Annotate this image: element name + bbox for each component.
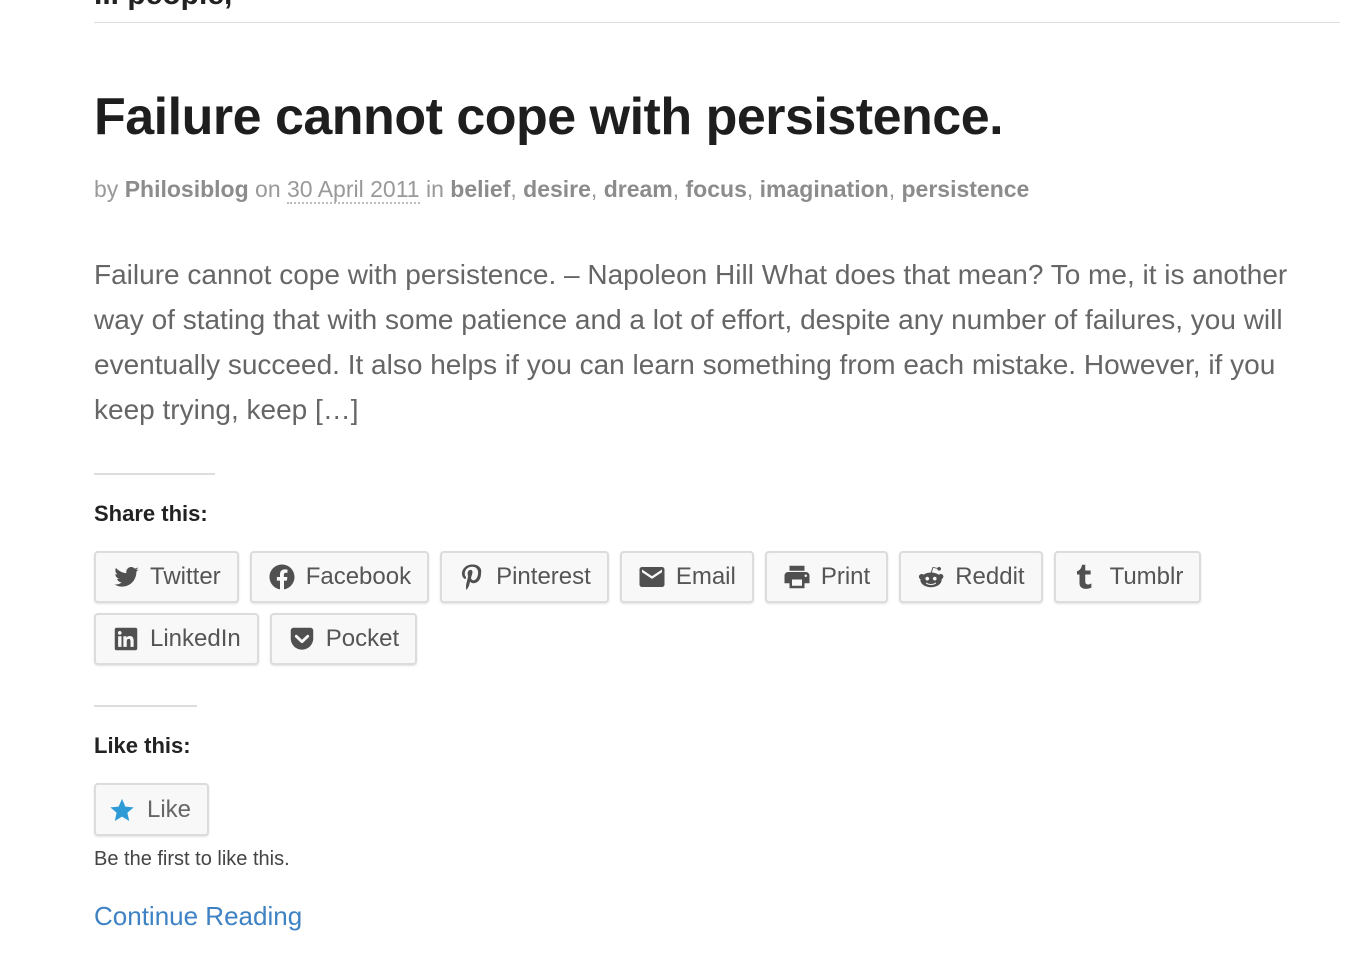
meta-in: in	[425, 176, 444, 202]
share-email-button[interactable]: Email	[619, 551, 754, 603]
continue-reading-link[interactable]: Continue Reading	[94, 901, 302, 932]
like-note: Be the first to like this.	[94, 848, 290, 870]
email-icon	[636, 561, 668, 593]
category-link-persistence[interactable]: persistence	[901, 176, 1029, 202]
author-link[interactable]: Philosiblog	[125, 176, 249, 202]
meta-on: on	[255, 176, 281, 202]
share-facebook-label: Facebook	[305, 563, 412, 590]
category-list: belief, desire, dream, focus, imaginatio…	[450, 176, 1029, 202]
post-title[interactable]: Failure cannot cope with persistence.	[94, 86, 1314, 148]
share-pocket-button[interactable]: Pocket	[269, 613, 418, 665]
post-excerpt: Failure cannot cope with persistence. – …	[94, 259, 1288, 425]
category-link-belief[interactable]: belief	[450, 176, 510, 202]
share-reddit-label: Reddit	[955, 563, 1025, 590]
pinterest-icon	[456, 561, 488, 593]
share-facebook-button[interactable]: Facebook	[249, 551, 430, 603]
share-divider	[94, 473, 215, 475]
divider	[94, 22, 1340, 23]
post: Failure cannot cope with persistence. by…	[94, 86, 1314, 932]
previous-post-title-fragment: ... people,	[94, 0, 232, 12]
share-pocket-label: Pocket	[325, 625, 400, 652]
share-print-button[interactable]: Print	[764, 551, 889, 603]
star-icon	[110, 798, 134, 821]
share-email-label: Email	[675, 563, 736, 590]
category-link-dream[interactable]: dream	[604, 176, 673, 202]
like-heading: Like this:	[94, 733, 191, 758]
facebook-icon	[266, 561, 298, 593]
like-button-label: Like	[147, 795, 192, 823]
category-separator: ,	[672, 176, 686, 202]
share-heading: Share this:	[94, 501, 208, 526]
share-reddit-button[interactable]: Reddit	[899, 551, 1043, 603]
tumblr-icon	[1070, 561, 1102, 593]
share-tumblr-button[interactable]: Tumblr	[1053, 551, 1202, 603]
share-twitter-button[interactable]: Twitter	[94, 551, 239, 603]
share-twitter-label: Twitter	[150, 563, 221, 590]
share-linkedin-label: LinkedIn	[150, 625, 241, 652]
print-icon	[781, 561, 813, 593]
category-separator: ,	[888, 176, 902, 202]
category-link-desire[interactable]: desire	[523, 176, 591, 202]
post-date: 30 April 2011	[287, 176, 420, 204]
category-separator: ,	[510, 176, 524, 202]
meta-by: by	[94, 176, 119, 202]
share-pinterest-label: Pinterest	[496, 563, 591, 590]
share-linkedin-button[interactable]: LinkedIn	[94, 613, 259, 665]
pocket-icon	[286, 623, 318, 655]
post-meta: by Philosiblog on 30 April 2011 in belie…	[94, 174, 1314, 204]
share-buttons: Twitter Facebook Pinterest Email Print R…	[94, 551, 1204, 665]
linkedin-icon	[110, 623, 142, 655]
category-separator: ,	[590, 176, 604, 202]
twitter-icon	[110, 561, 142, 593]
category-link-focus[interactable]: focus	[686, 176, 747, 202]
like-button[interactable]: Like	[94, 783, 210, 836]
like-divider	[94, 705, 197, 707]
category-separator: ,	[746, 176, 760, 202]
share-pinterest-button[interactable]: Pinterest	[440, 551, 609, 603]
share-tumblr-label: Tumblr	[1109, 563, 1184, 590]
share-print-label: Print	[820, 563, 871, 590]
reddit-icon	[915, 561, 947, 593]
category-link-imagination[interactable]: imagination	[760, 176, 889, 202]
